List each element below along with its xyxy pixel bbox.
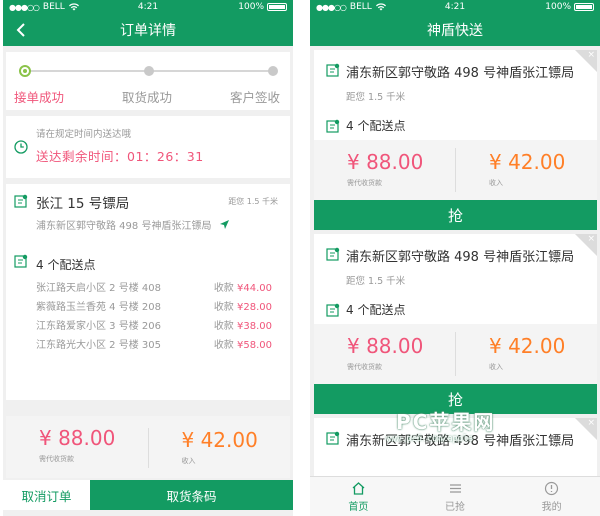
- page-title: 神盾快送: [427, 23, 483, 39]
- task-distance: 距您 1.5 千米: [346, 276, 406, 287]
- home-icon: [352, 481, 365, 495]
- clock-icon: [14, 140, 28, 154]
- stop-address: 张江路天启小区 2 号楼 408: [36, 283, 161, 294]
- grab-order-button[interactable]: 抢: [314, 384, 597, 414]
- stop-amount-label: 收款: [213, 302, 234, 313]
- delivery-points-icon: [14, 254, 28, 268]
- stop-address: 江东路爱家小区 3 号楼 206: [36, 321, 161, 332]
- order-detail-screen: ●●●○○ BELL 4:21 100% 订单详情 接单成功 取货成功 客户签收…: [3, 0, 293, 516]
- nav-bar: 订单详情: [3, 14, 293, 46]
- stop-row: 江东路光大小区 2 号楼 305 收款 ¥58.00: [36, 336, 282, 355]
- status-bar: ●●●○○ BELL 4:21 100%: [310, 0, 600, 14]
- battery-icon: [574, 3, 594, 11]
- grab-order-button[interactable]: 抢: [314, 200, 597, 230]
- step-dot-pickup: [144, 66, 154, 76]
- collect-caption: 需代收货款: [39, 455, 74, 463]
- stop-row: 江东路爱家小区 3 号楼 206 收款 ¥38.00: [36, 317, 282, 336]
- stop-amount: ¥44.00: [237, 283, 272, 294]
- task-list-screen: ●●●○○ BELL 4:21 100% 神盾快送 × 浦东新区郭守敬路 498…: [310, 0, 600, 516]
- delivery-points-count: 4 个配送点: [36, 258, 96, 272]
- cancel-order-button[interactable]: 取消订单: [3, 480, 90, 510]
- collect-amount: ¥ 88.00: [347, 334, 424, 358]
- nav-bar: 神盾快送: [310, 14, 600, 46]
- navigate-icon[interactable]: [219, 219, 230, 230]
- tab-home[interactable]: 首页: [310, 477, 407, 516]
- battery-percent: 100%: [238, 2, 264, 12]
- tab-grabbed[interactable]: 已抢: [407, 477, 504, 516]
- task-card: × 浦东新区郭守敬路 498 号神盾张江镖局 距您 1.5 千米 4 个配送点 …: [314, 50, 597, 230]
- list-icon: [449, 483, 461, 493]
- tab-bar: 首页 已抢 我的: [310, 476, 600, 516]
- stop-amount-label: 收款: [213, 321, 234, 332]
- stop-list: 张江路天启小区 2 号楼 408 收款 ¥44.00 紫薇路玉兰香苑 4 号楼 2…: [36, 279, 282, 355]
- pickup-distance: 距您 1.5 千米: [228, 197, 278, 206]
- location-icon: [326, 247, 340, 261]
- order-progress: 接单成功 取货成功 客户签收: [6, 52, 290, 110]
- timer-countdown: 送达剩余时间：01：26：31: [36, 149, 204, 164]
- location-icon: [14, 194, 28, 208]
- stop-amount: ¥58.00: [237, 340, 272, 351]
- page-title: 订单详情: [120, 23, 176, 39]
- pickup-address: 浦东新区郭守敬路 498 号神盾张江镖局: [36, 221, 212, 232]
- income-caption: 收入: [181, 457, 196, 465]
- income-caption: 收入: [489, 179, 503, 187]
- tab-home-label: 首页: [348, 501, 369, 513]
- battery-percent: 100%: [545, 2, 571, 12]
- collect-amount: ¥ 88.00: [39, 426, 116, 450]
- collect-caption: 需代收货款: [347, 363, 382, 371]
- stop-row: 张江路天启小区 2 号楼 408 收款 ¥44.00: [36, 279, 282, 298]
- stop-amount: ¥28.00: [237, 302, 272, 313]
- income-amount: ¥ 42.00: [181, 428, 258, 452]
- collect-amount: ¥ 88.00: [347, 150, 424, 174]
- battery-icon: [267, 3, 287, 11]
- collect-caption: 需代收货款: [347, 179, 382, 187]
- action-bar: 取消订单 取货条码: [3, 480, 293, 510]
- timer-hint: 请在规定时间内送达哦: [36, 129, 132, 140]
- task-title: 浦东新区郭守敬路 498 号神盾张江镖局: [346, 66, 575, 81]
- task-title: 浦东新区郭守敬路 498 号神盾张江镖局: [346, 250, 575, 265]
- task-points: 4 个配送点: [346, 119, 406, 133]
- stop-amount-label: 收款: [213, 340, 234, 351]
- back-arrow-icon[interactable]: [13, 21, 31, 39]
- stop-amount: ¥38.00: [237, 321, 272, 332]
- profile-icon: [545, 481, 559, 495]
- task-title: 浦东新区郭守敬路 498 号神盾张江镖局: [346, 434, 575, 449]
- status-bar: ●●●○○ BELL 4:21 100%: [3, 0, 293, 14]
- step-dot-accepted: [19, 65, 31, 77]
- task-card: × 浦东新区郭守敬路 498 号神盾张江镖局 距您 1.5 千米 4 个配送点 …: [314, 234, 597, 414]
- task-points: 4 个配送点: [346, 303, 406, 317]
- pickup-barcode-button[interactable]: 取货条码: [90, 480, 293, 510]
- tab-profile[interactable]: 我的: [503, 477, 600, 516]
- income-amount: ¥ 42.00: [489, 150, 566, 174]
- step-label-signed: 客户签收: [229, 90, 280, 105]
- stop-row: 紫薇路玉兰香苑 4 号楼 208 收款 ¥28.00: [36, 298, 282, 317]
- tab-profile-label: 我的: [541, 501, 562, 513]
- location-icon: [326, 63, 340, 77]
- stop-address: 江东路光大小区 2 号楼 305: [36, 340, 161, 351]
- step-label-pickup: 取货成功: [121, 90, 172, 105]
- location-icon: [326, 431, 340, 445]
- step-label-accepted: 接单成功: [14, 90, 65, 105]
- order-totals: ¥ 88.00 需代收货款 ¥ 42.00 收入: [6, 416, 290, 478]
- stop-amount-label: 收款: [213, 283, 234, 294]
- order-info: 张江 15 号镖局 距您 1.5 千米 浦东新区郭守敬路 498 号神盾张江镖局…: [6, 184, 290, 400]
- step-dot-signed: [268, 66, 278, 76]
- delivery-points-icon: [326, 303, 340, 317]
- income-amount: ¥ 42.00: [489, 334, 566, 358]
- task-distance: 距您 1.5 千米: [346, 92, 406, 103]
- tab-grabbed-label: 已抢: [445, 501, 465, 513]
- income-caption: 收入: [489, 363, 503, 371]
- delivery-points-icon: [326, 119, 340, 133]
- stop-address: 紫薇路玉兰香苑 4 号楼 208: [36, 302, 161, 313]
- delivery-timer: 请在规定时间内送达哦 送达剩余时间：01：26：31: [6, 116, 290, 178]
